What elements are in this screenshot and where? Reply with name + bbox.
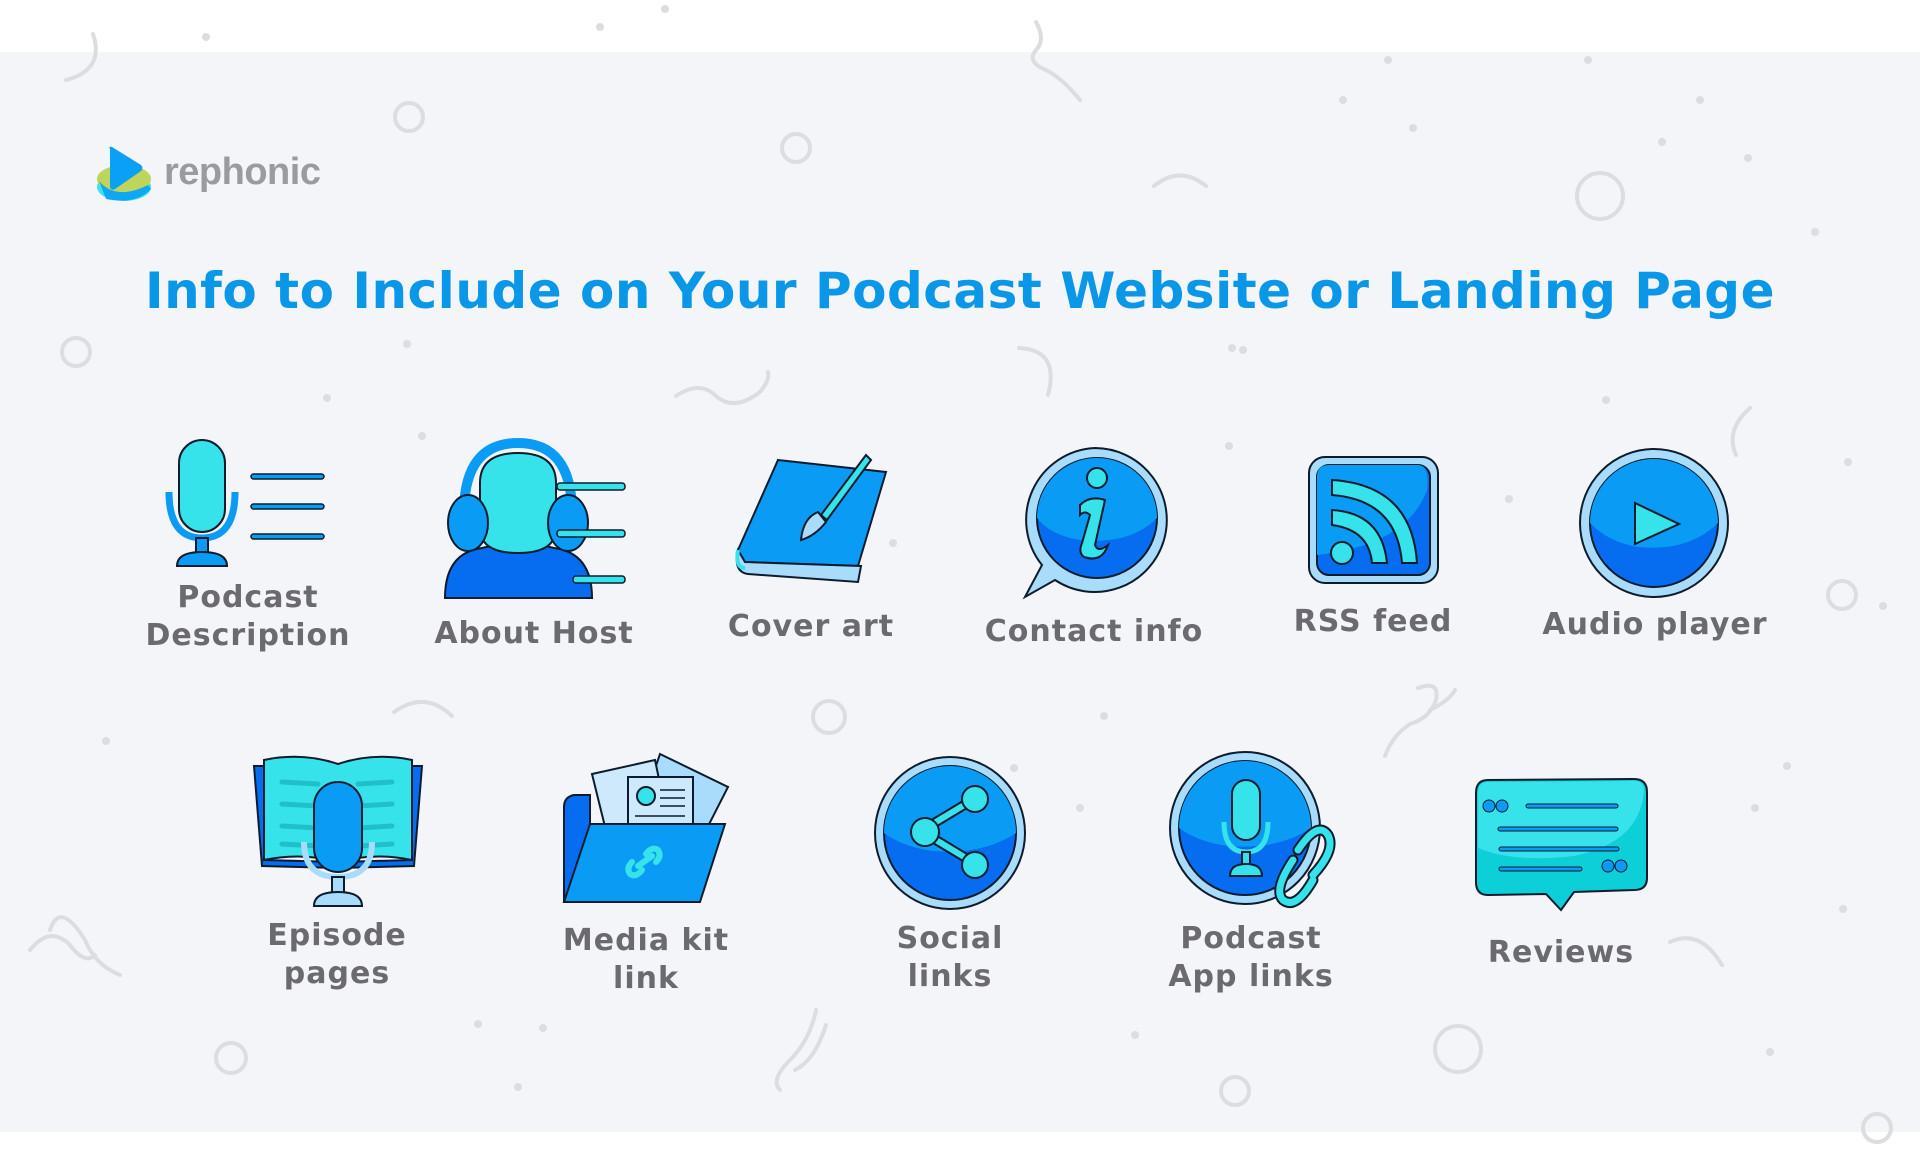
ring-decoration (1433, 1024, 1483, 1074)
arc-decoration (1017, 346, 1053, 397)
folder-link-icon (562, 752, 730, 903)
dot-decoration (539, 1024, 547, 1032)
ring-decoration (1219, 1075, 1251, 1107)
dot-decoration (202, 33, 210, 41)
item-label-line: link (613, 961, 679, 996)
item-label-line: Media kit (562, 923, 730, 958)
dot-decoration (1239, 346, 1247, 354)
microphone-chain-link-icon (1169, 751, 1336, 908)
item-label-line: Social (896, 921, 1004, 956)
ring-decoration (1861, 1112, 1893, 1144)
ring-decoration (393, 101, 425, 133)
dot-decoration (1658, 138, 1666, 146)
ring-decoration (780, 132, 812, 164)
arc-decoration (392, 699, 454, 718)
item-label-line: Reviews (1487, 935, 1635, 970)
squiggle-decoration (774, 1008, 828, 1092)
item-label-line: Podcast (1180, 921, 1322, 956)
dot-decoration (1783, 762, 1791, 770)
arc-decoration (1668, 936, 1724, 967)
arc-decoration (64, 32, 98, 82)
item-label-line: Contact info (984, 614, 1204, 649)
dot-decoration (418, 432, 426, 440)
book-paintbrush-icon (735, 453, 888, 584)
play-disc-logo-icon (97, 146, 151, 201)
item-label-line: Episode (267, 918, 407, 953)
dot-decoration (1696, 96, 1704, 104)
item-label-line: Audio player (1542, 607, 1768, 642)
squiggle-decoration (674, 370, 771, 405)
ring-decoration (1826, 579, 1858, 611)
item-label-line: About Host (434, 616, 634, 651)
quote-speech-bubble-icon (1475, 777, 1648, 912)
dot-decoration (596, 23, 604, 31)
dot-decoration (1751, 804, 1759, 812)
dot-decoration (403, 340, 411, 348)
dot-decoration (1131, 1031, 1139, 1039)
dot-decoration (1584, 56, 1592, 64)
dot-decoration (514, 1083, 522, 1091)
dot-decoration (1602, 396, 1610, 404)
dot-decoration (1505, 495, 1513, 503)
item-label-line: Podcast (177, 580, 319, 615)
microphone-description-icon (165, 439, 325, 567)
brand-name: rephonic (164, 151, 321, 193)
arc-decoration (1730, 406, 1752, 457)
dot-decoration (889, 539, 897, 547)
page-title: Info to Include on Your Podcast Website … (144, 262, 1776, 320)
open-book-microphone-icon (252, 755, 424, 907)
dot-decoration (1744, 154, 1752, 162)
dot-decoration (1100, 712, 1108, 720)
dot-decoration (661, 5, 669, 13)
squiggle-decoration (1030, 20, 1082, 102)
item-label-line: Cover art (727, 609, 895, 644)
dot-decoration (1811, 228, 1819, 236)
play-button-icon (1579, 448, 1729, 598)
share-icon (874, 756, 1026, 910)
ring-decoration (1575, 171, 1625, 221)
item-label-line: App links (1168, 959, 1334, 994)
dot-decoration (1409, 124, 1417, 132)
squiggle-decoration (28, 915, 122, 977)
squiggle-decoration (1383, 683, 1439, 758)
dot-decoration (1844, 458, 1852, 466)
arc-decoration (1152, 173, 1208, 188)
ring-decoration (60, 336, 92, 368)
squiggle-decoration (1428, 688, 1457, 712)
dot-decoration (1766, 1048, 1774, 1056)
item-label-line: links (907, 959, 993, 994)
dot-decoration (1076, 804, 1084, 812)
ring-decoration (214, 1041, 248, 1075)
info-speech-bubble-icon (1022, 446, 1168, 600)
dot-decoration (102, 737, 110, 745)
rephonic-logo: rephonic (96, 145, 356, 205)
dot-decoration (474, 1020, 482, 1028)
item-label-line: pages (283, 956, 391, 991)
dot-decoration (1225, 442, 1233, 450)
dot-decoration (1384, 56, 1392, 64)
dot-decoration (323, 394, 331, 402)
host-headphones-icon (443, 437, 626, 599)
item-label-line: Description (145, 618, 351, 653)
dot-decoration (1839, 905, 1847, 913)
ring-decoration (811, 699, 847, 735)
dot-decoration (1879, 602, 1887, 610)
item-label-line: RSS feed (1293, 604, 1453, 639)
dot-decoration (1228, 344, 1236, 352)
dot-decoration (1339, 96, 1347, 104)
rss-feed-icon (1308, 456, 1439, 584)
